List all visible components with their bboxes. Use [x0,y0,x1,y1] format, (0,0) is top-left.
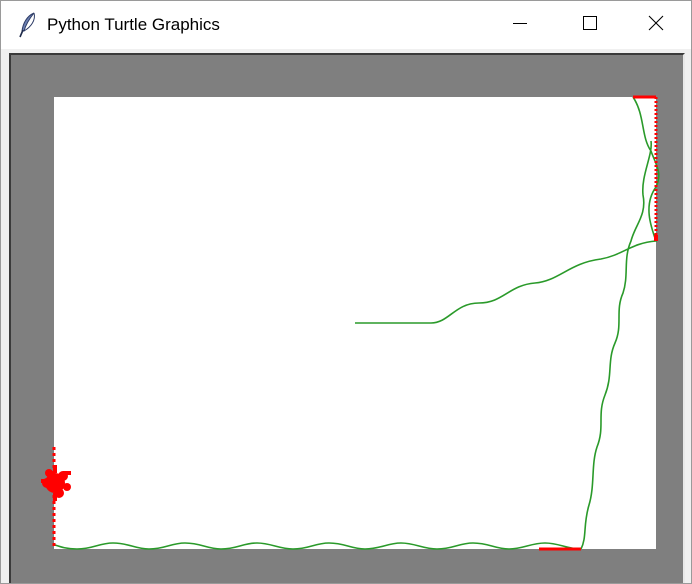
maximize-icon [582,15,598,36]
minimize-icon [512,15,528,36]
close-button[interactable] [621,1,691,49]
turtle-canvas[interactable] [11,55,685,583]
window-title: Python Turtle Graphics [47,15,220,34]
turtle-canvas-frame[interactable] [9,53,685,583]
turtle-window: Python Turtle Graphics [0,0,692,584]
maximize-button[interactable] [555,1,625,49]
feather-icon [17,12,39,38]
close-icon [648,15,664,36]
title-bar[interactable]: Python Turtle Graphics [1,1,691,49]
minimize-button[interactable] [485,1,555,49]
